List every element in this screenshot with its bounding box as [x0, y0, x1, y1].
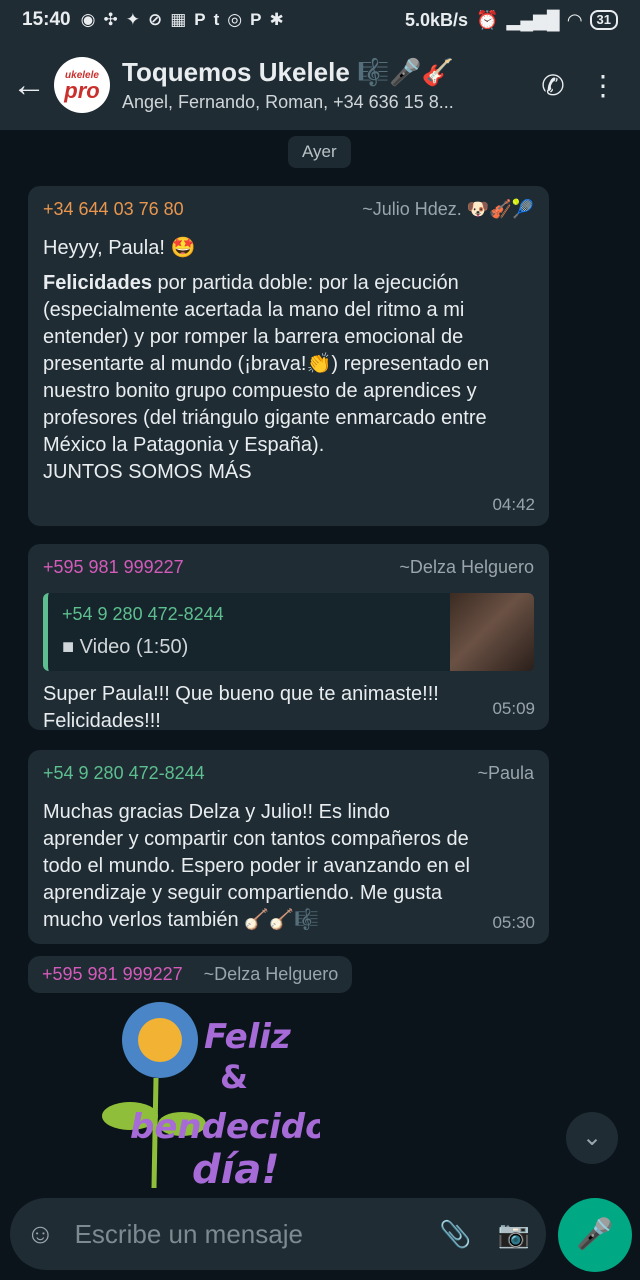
messenger-icon: ◉ — [80, 10, 96, 29]
message-composer: ☺ 📎 📷 — [10, 1198, 546, 1270]
add-call-icon[interactable]: ✆ — [528, 69, 578, 102]
spotify-icon: ✱ — [269, 10, 284, 29]
battery-indicator: 31 — [589, 10, 618, 30]
quoted-message[interactable]: +54 9 280 472-8244 ■ Video (1:50) — [43, 593, 534, 671]
message-time: 05:30 — [492, 913, 535, 932]
sticker-text-bendecido: bendecido — [130, 1107, 320, 1147]
sender-alias: ~Delza Helguero — [203, 964, 339, 984]
video-thumbnail — [450, 593, 534, 671]
uu-icon: ✣ — [103, 10, 118, 29]
message-greeting: Heyyy, Paula! 🤩 — [43, 237, 196, 259]
sticker-text-dia: día! — [192, 1147, 280, 1190]
sender-alias: ~Julio Hdez. 🐶🎻🎾 — [362, 199, 534, 219]
message-bubble[interactable]: +595 981 999227 ~Delza Helguero +54 9 28… — [28, 544, 549, 732]
status-bar: 15:40 ◉ ✣ ✦ ⊘ ▦ P t ◎ P ✱ 5.0kB/s ⏰ ▂▄▆█… — [0, 0, 640, 40]
chat-title-area[interactable]: Toquemos Ukelele 🎼🎤🎸 Angel, Fernando, Ro… — [122, 57, 528, 113]
notification-icons: ◉ ✣ ✦ ⊘ ▦ P t ◎ P ✱ — [81, 10, 284, 30]
message-list[interactable]: Ayer +34 644 03 76 80 ~Julio Hdez. 🐶🎻🎾 H… — [0, 130, 640, 1190]
sender-phone[interactable]: +595 981 999227 — [43, 554, 184, 581]
chat-header: ← ukelele pro Toquemos Ukelele 🎼🎤🎸 Angel… — [0, 40, 640, 130]
quoted-sender: +54 9 280 472-8244 — [62, 604, 224, 624]
sender-alias: ~Delza Helguero — [399, 557, 534, 577]
message-input[interactable] — [72, 1217, 414, 1251]
more-options-icon[interactable]: ⋮ — [578, 69, 628, 102]
attach-icon[interactable]: 📎 — [439, 1219, 471, 1250]
alarm-icon: ⏰ — [476, 9, 499, 30]
scroll-down-button[interactable]: ⌄ — [566, 1112, 618, 1164]
avatar-logo-main: pro — [64, 77, 100, 103]
date-separator: Ayer — [288, 136, 351, 168]
signal-icon: ▂▄▆█ — [506, 9, 560, 30]
message-time: 05:09 — [492, 699, 535, 718]
message-time: 04:42 — [492, 495, 535, 514]
flower-center — [138, 1018, 182, 1062]
sender-phone[interactable]: +34 644 03 76 80 — [43, 196, 184, 223]
emoji-icon[interactable]: ☺ — [26, 1218, 55, 1250]
pandora-icon: P — [250, 10, 262, 29]
message-text: Felicidades por partida doble: por la ej… — [43, 270, 534, 459]
message-text: Muchas gracias Delza y Julio!! Es lindo … — [43, 801, 470, 931]
wifi-icon: ◠ — [567, 9, 582, 30]
sticker-text-feliz: Feliz — [204, 1017, 291, 1057]
sender-alias: ~Paula — [477, 763, 534, 783]
network-speed: 5.0kB/s — [405, 9, 469, 30]
message-bold: Felicidades — [43, 272, 152, 294]
tumblr-icon: t — [213, 10, 220, 29]
sticker-sender[interactable]: +595 981 999227 ~Delza Helguero — [28, 956, 353, 993]
group-name: Toquemos Ukelele 🎼🎤🎸 — [122, 57, 455, 87]
sender-phone[interactable]: +54 9 280 472-8244 — [43, 760, 205, 787]
double-chevron-down-icon: ⌄ — [581, 1124, 603, 1151]
group-members: Angel, Fernando, Roman, +34 636 15 8... — [122, 92, 454, 112]
grid-icon: ▦ — [170, 10, 187, 29]
status-time: 15:40 — [22, 9, 71, 30]
steam-icon: ⊘ — [147, 10, 163, 29]
message-text-caps: JUNTOS SOMOS MÁS — [43, 461, 252, 483]
mic-button[interactable]: 🎤 — [558, 1198, 632, 1272]
message-text: Super Paula!!! Que bueno que te animaste… — [43, 683, 439, 732]
sender-phone: +595 981 999227 — [42, 964, 183, 984]
message-bubble[interactable]: +34 644 03 76 80 ~Julio Hdez. 🐶🎻🎾 Heyyy,… — [28, 186, 549, 526]
mic-icon: 🎤 — [576, 1218, 614, 1251]
pandora-icon: P — [194, 10, 206, 29]
sticker-text-amp: & — [220, 1058, 248, 1096]
twitter-icon: ✦ — [125, 10, 140, 29]
camera-icon[interactable]: 📷 — [498, 1219, 530, 1250]
message-bubble[interactable]: +54 9 280 472-8244 ~Paula Muchas gracias… — [28, 750, 549, 944]
message-body: por partida doble: por la ejecución (esp… — [43, 272, 490, 456]
instagram-icon: ◎ — [227, 10, 243, 29]
video-icon: ■ — [62, 636, 80, 658]
back-arrow-icon[interactable]: ← — [12, 66, 48, 105]
group-avatar[interactable]: ukelele pro — [54, 57, 110, 113]
quoted-media-label: Video (1:50) — [79, 636, 189, 658]
flower-sticker[interactable]: Feliz & bendecido día! — [100, 998, 320, 1190]
